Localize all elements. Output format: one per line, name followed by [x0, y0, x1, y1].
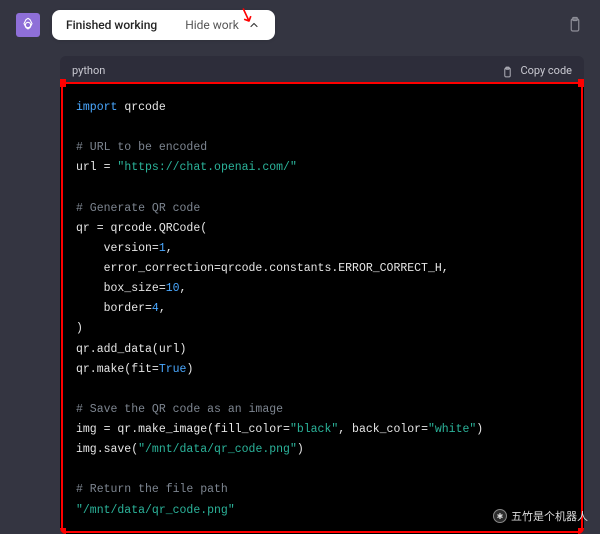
- code-token: ): [476, 423, 483, 436]
- code-token: "black": [290, 423, 338, 436]
- code-token: error_correction=qrcode.constants.ERROR_…: [76, 262, 449, 275]
- openai-icon: [20, 17, 36, 33]
- code-token: url =: [76, 161, 117, 174]
- avatar: [16, 13, 40, 37]
- code-token: img.save(: [76, 443, 138, 456]
- top-bar: Finished working Hide work: [0, 0, 600, 48]
- annotation-corner: [60, 79, 66, 87]
- code-token: ,: [180, 282, 187, 295]
- code-token: 10: [166, 282, 180, 295]
- wechat-icon: ✱: [493, 509, 507, 523]
- code-token: "https://chat.openai.com/": [117, 161, 296, 174]
- code-header: python Copy code: [60, 56, 584, 84]
- code-token: # Save the QR code as an image: [76, 403, 283, 416]
- code-token: # Return the file path: [76, 483, 228, 496]
- code-token: , back_color=: [338, 423, 428, 436]
- code-token: "/mnt/data/qr_code.png": [76, 504, 235, 517]
- code-token: box_size=: [76, 282, 166, 295]
- code-token: qr = qrcode.QRCode(: [76, 222, 207, 235]
- code-token: img = qr.make_image(fill_color=: [76, 423, 290, 436]
- code-token: ,: [166, 242, 173, 255]
- copy-code-label: Copy code: [520, 64, 572, 77]
- code-token: "/mnt/data/qr_code.png": [138, 443, 297, 456]
- hide-work-label: Hide work: [185, 18, 239, 32]
- code-token: # Generate QR code: [76, 202, 200, 215]
- watermark-text: 五竹是个机器人: [511, 508, 588, 524]
- code-token: border=: [76, 302, 152, 315]
- code-token: ,: [159, 302, 166, 315]
- code-token: version=: [76, 242, 159, 255]
- annotation-corner: [578, 528, 584, 534]
- code-token: ): [186, 363, 193, 376]
- clipboard-icon: [501, 64, 514, 77]
- code-token: "white": [428, 423, 476, 436]
- code-token: qr.make(fit=: [76, 363, 159, 376]
- watermark: ✱ 五竹是个机器人: [493, 508, 588, 524]
- status-label: Finished working: [66, 18, 157, 32]
- code-token: 1: [159, 242, 166, 255]
- copy-code-button[interactable]: Copy code: [501, 64, 572, 77]
- annotation-corner: [60, 528, 66, 534]
- code-token: qrcode: [117, 101, 165, 114]
- code-body[interactable]: import qrcode # URL to be encoded url = …: [60, 84, 584, 534]
- code-token: 4: [152, 302, 159, 315]
- code-token: ): [76, 322, 83, 335]
- language-label: python: [72, 64, 105, 77]
- code-token: import: [76, 101, 117, 114]
- code-token: ): [297, 443, 304, 456]
- code-token: qr.add_data(url): [76, 343, 186, 356]
- code-block: python Copy code import qrcode # URL to …: [60, 56, 584, 534]
- annotation-corner: [578, 79, 584, 87]
- clipboard-icon[interactable]: [566, 16, 584, 34]
- code-token: True: [159, 363, 187, 376]
- code-token: # URL to be encoded: [76, 141, 207, 154]
